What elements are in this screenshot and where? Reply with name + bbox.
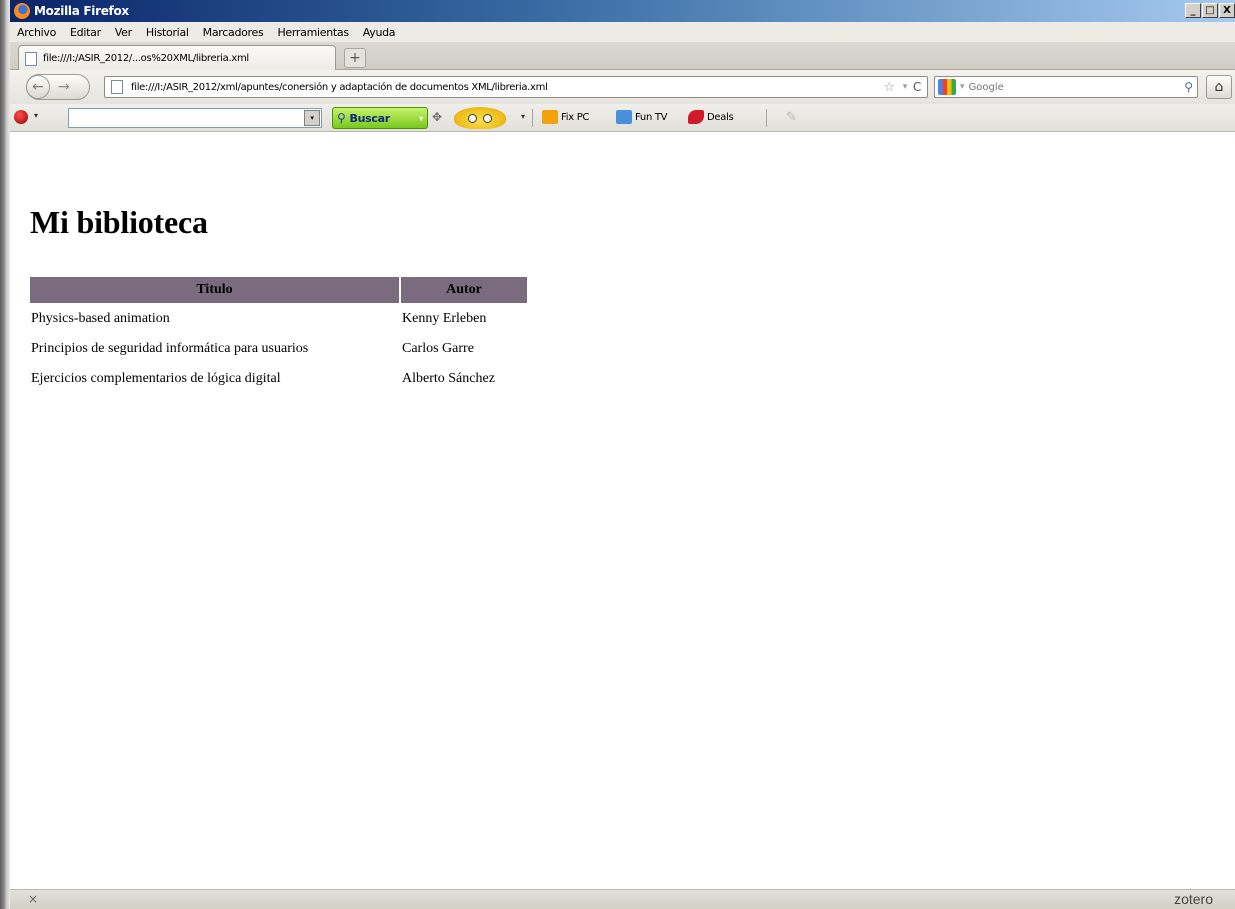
page-icon: [25, 51, 37, 66]
menu-historial[interactable]: Historial: [139, 26, 196, 39]
browser-window: Mozilla Firefox _ □ X Archivo Editar Ver…: [10, 0, 1235, 909]
toolbar-separator: [532, 109, 533, 127]
deals-label: Deals: [707, 111, 734, 123]
firefox-icon: [14, 3, 30, 19]
forward-button[interactable]: →: [58, 79, 70, 95]
menu-herramientas[interactable]: Herramientas: [270, 26, 355, 39]
url-dropdown-icon[interactable]: ▾: [903, 82, 908, 92]
fix-pc-link[interactable]: Fix PC: [542, 110, 589, 124]
bookmark-star-icon[interactable]: ☆: [883, 80, 895, 95]
book-title: Ejercicios complementarios de lógica dig…: [31, 371, 281, 386]
buscar-search-icon: ⚲: [337, 111, 346, 125]
new-tab-button[interactable]: +: [344, 48, 366, 68]
book-title: Principios de seguridad informática para…: [31, 341, 309, 356]
google-icon[interactable]: [938, 79, 956, 95]
tv-icon: [616, 110, 632, 124]
home-button[interactable]: ⌂: [1206, 75, 1232, 99]
menu-ayuda[interactable]: Ayuda: [356, 26, 402, 39]
toolbar-move-icon[interactable]: ✥: [432, 110, 442, 124]
page-title: Mi biblioteca: [30, 204, 208, 240]
table-row: Physics-based animation Kenny Erleben: [30, 305, 527, 333]
menu-bar: Archivo Editar Ver Historial Marcadores …: [10, 22, 1235, 42]
search-icon[interactable]: ⚲: [1184, 80, 1193, 94]
tab-libreria[interactable]: file:///I:/ASIR_2012/...os%20XML/libreri…: [18, 45, 336, 71]
combo-dropdown-icon[interactable]: ▾: [304, 110, 320, 126]
search-bar: ▾ ⚲: [934, 76, 1198, 98]
close-icon[interactable]: ×: [28, 892, 38, 906]
buscar-label: Buscar: [349, 111, 391, 125]
fix-pc-label: Fix PC: [561, 111, 590, 123]
toolbar-logo-icon[interactable]: [14, 110, 28, 124]
page-icon: [111, 80, 123, 94]
table-row: Principios de seguridad informática para…: [30, 335, 527, 363]
page-content: Mi biblioteca Titulo Autor Physics-based…: [10, 132, 1235, 889]
fun-tv-link[interactable]: Fun TV: [616, 110, 668, 124]
book-author: Carlos Garre: [402, 341, 474, 356]
toolbar-search-combo[interactable]: ▾: [68, 108, 322, 128]
toolbar-logo-dropdown-icon[interactable]: ▾: [34, 111, 38, 120]
book-author: Kenny Erleben: [402, 311, 487, 326]
url-text[interactable]: file:///I:/ASIR_2012/xml/apuntes/conersi…: [131, 82, 883, 93]
column-header-titulo: Titulo: [30, 277, 399, 303]
desktop-edge: [0, 0, 10, 909]
navigation-bar: ← → file:///I:/ASIR_2012/xml/apuntes/con…: [10, 70, 1235, 104]
menu-ver[interactable]: Ver: [108, 26, 139, 39]
window-controls: _ □ X: [1185, 3, 1235, 18]
maximize-button[interactable]: □: [1202, 3, 1218, 18]
tab-strip: file:///I:/ASIR_2012/...os%20XML/libreri…: [10, 42, 1235, 71]
book-author: Alberto Sánchez: [402, 371, 495, 386]
window-title: Mozilla Firefox: [34, 4, 129, 18]
menu-editar[interactable]: Editar: [63, 26, 108, 39]
deals-tag-icon: [688, 110, 704, 124]
minimize-button[interactable]: _: [1185, 3, 1201, 18]
tab-title: file:///I:/ASIR_2012/...os%20XML/libreri…: [43, 53, 249, 64]
menu-archivo[interactable]: Archivo: [10, 26, 63, 39]
smiley-icon[interactable]: [454, 107, 506, 129]
status-bar: × zotero: [10, 889, 1235, 909]
zotero-button[interactable]: zotero: [1174, 891, 1213, 907]
column-header-autor: Autor: [401, 277, 527, 303]
library-table: Titulo Autor Physics-based animation Ken…: [28, 275, 529, 395]
table-header-row: Titulo Autor: [30, 277, 527, 303]
search-input[interactable]: [964, 81, 1185, 93]
fix-pc-icon: [542, 110, 558, 124]
reload-button[interactable]: C: [913, 80, 921, 94]
smiley-dropdown-icon[interactable]: ▾: [521, 112, 525, 121]
fun-tv-label: Fun TV: [635, 111, 668, 123]
smiley-eye-right: [483, 113, 492, 123]
buscar-dropdown-icon[interactable]: ▾: [419, 114, 423, 123]
book-title: Physics-based animation: [31, 311, 170, 326]
deals-link[interactable]: Deals: [688, 110, 734, 124]
title-bar: Mozilla Firefox _ □ X: [10, 0, 1235, 22]
close-button[interactable]: X: [1219, 3, 1235, 18]
back-forward-group: ← →: [26, 74, 90, 100]
toolbar-separator: [766, 109, 767, 127]
url-bar[interactable]: file:///I:/ASIR_2012/xml/apuntes/conersi…: [104, 76, 928, 98]
addon-toolbar: ▾ ▾ ⚲ Buscar ▾ ✥ ▾ Fix PC Fun TV Deals ✎: [10, 104, 1235, 132]
menu-marcadores[interactable]: Marcadores: [196, 26, 271, 39]
back-button[interactable]: ←: [26, 75, 50, 99]
smiley-eye-left: [468, 113, 477, 123]
buscar-button[interactable]: ⚲ Buscar ▾: [332, 107, 428, 129]
table-row: Ejercicios complementarios de lógica dig…: [30, 365, 527, 393]
pencil-icon[interactable]: ✎: [786, 110, 797, 125]
